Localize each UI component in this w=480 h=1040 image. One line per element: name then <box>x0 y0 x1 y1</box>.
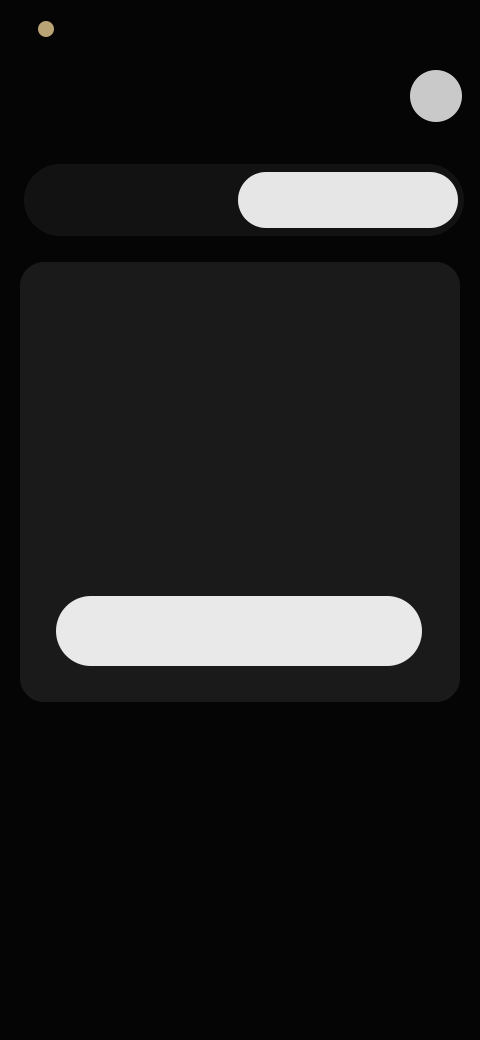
plan-toggle <box>24 164 464 236</box>
subscription-screen <box>0 0 480 1040</box>
header <box>0 50 480 130</box>
avatar[interactable] <box>410 70 462 122</box>
subscribe-button[interactable] <box>56 596 422 666</box>
status-bar <box>0 14 480 44</box>
plan-option-2[interactable] <box>238 172 458 228</box>
status-indicator-icon <box>38 21 54 37</box>
plan-option-1[interactable] <box>40 172 240 228</box>
plan-card <box>20 262 460 702</box>
